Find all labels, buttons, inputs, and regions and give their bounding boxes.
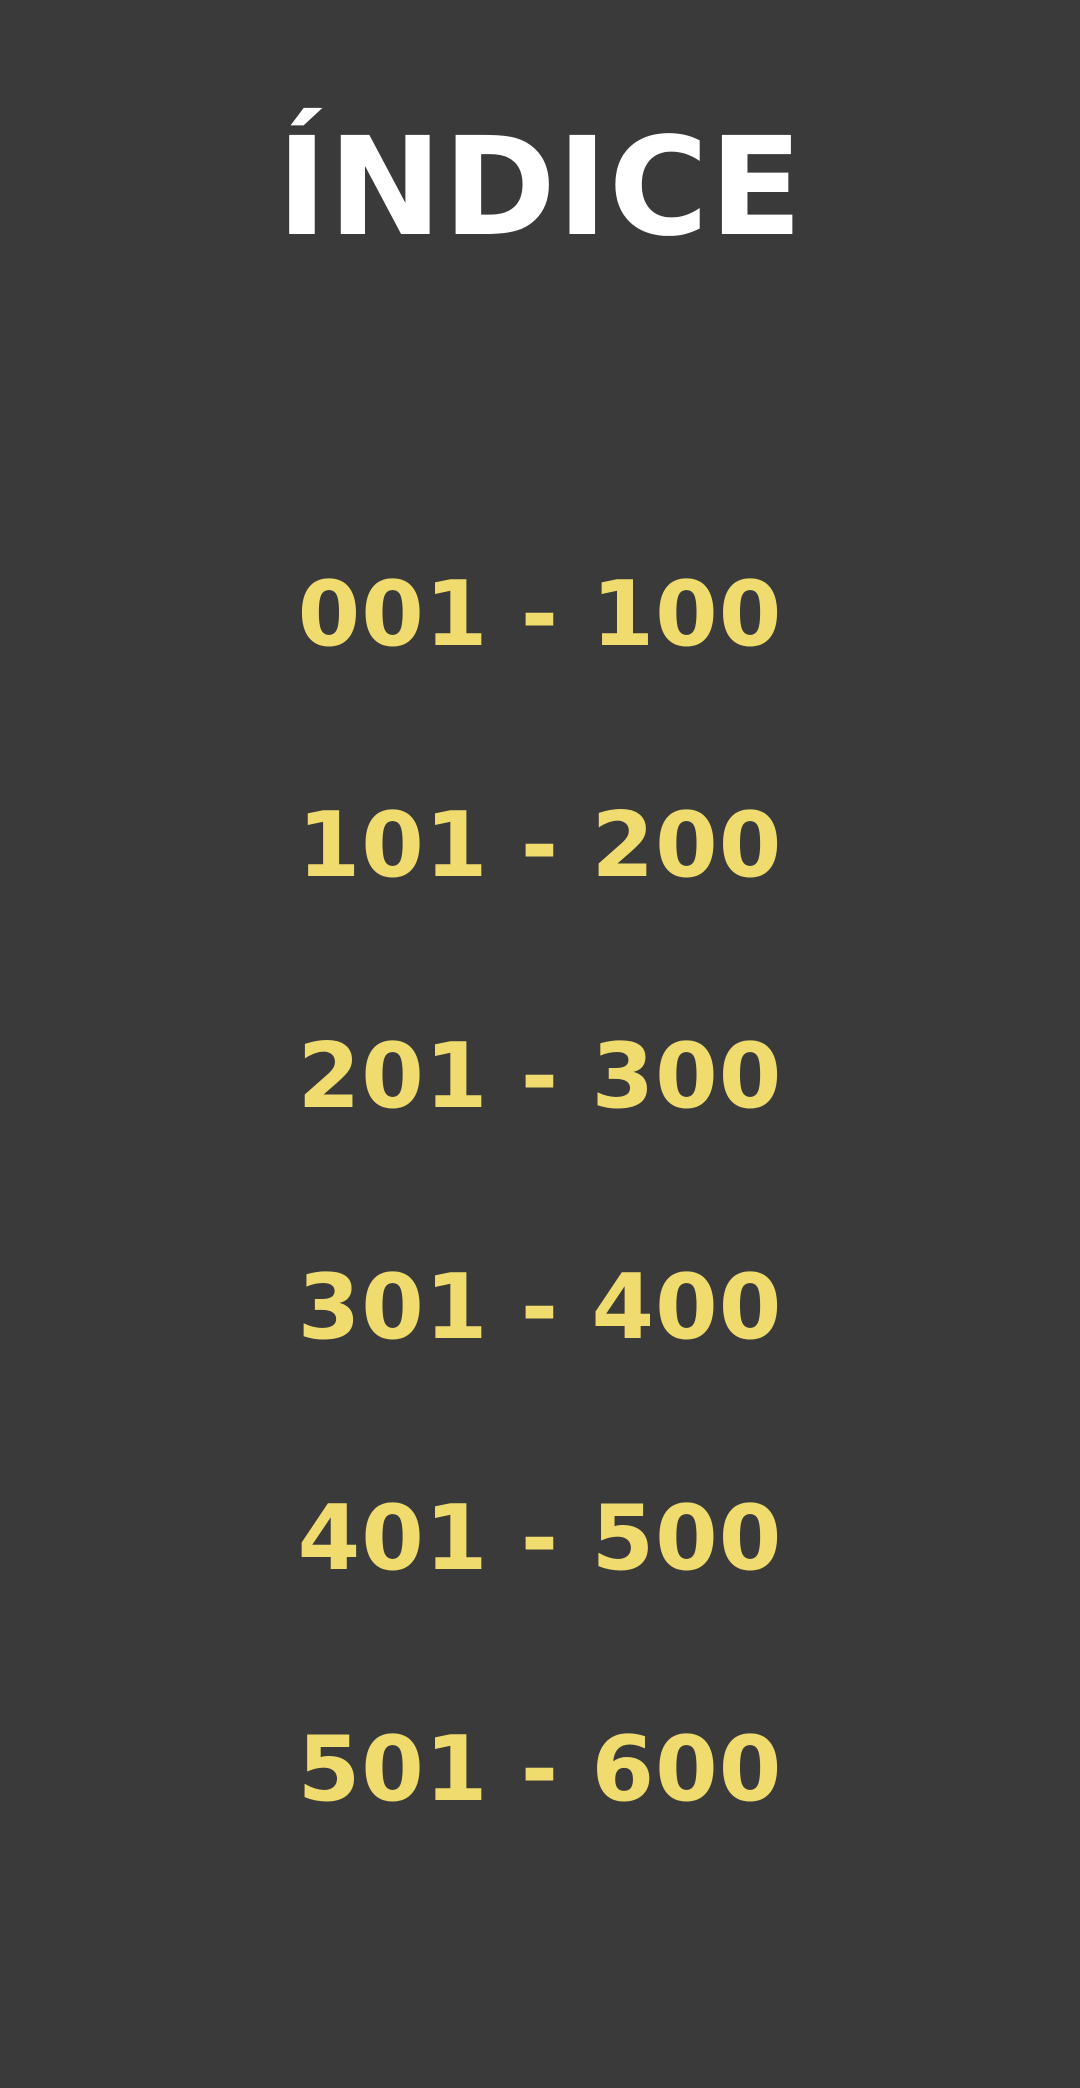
index-link-401-500[interactable]: 401 - 500 [0, 1469, 1080, 1700]
index-link-501-600[interactable]: 501 - 600 [0, 1700, 1080, 1931]
index-page: ÍNDICE 001 - 100 101 - 200 201 - 300 301… [0, 0, 1080, 2088]
index-link-201-300[interactable]: 201 - 300 [0, 1007, 1080, 1238]
index-link-101-200[interactable]: 101 - 200 [0, 776, 1080, 1007]
index-link-301-400[interactable]: 301 - 400 [0, 1238, 1080, 1469]
index-list: 001 - 100 101 - 200 201 - 300 301 - 400 … [0, 545, 1080, 1931]
page-title: ÍNDICE [276, 109, 804, 267]
index-link-001-100[interactable]: 001 - 100 [0, 545, 1080, 776]
